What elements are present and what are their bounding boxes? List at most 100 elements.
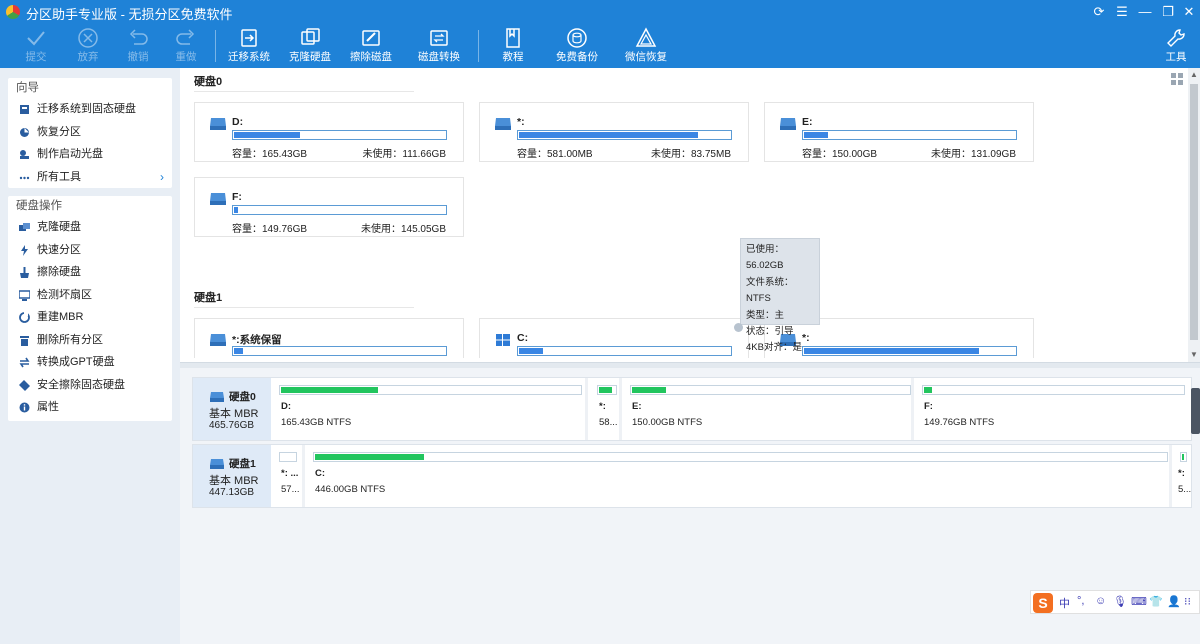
- disk-row-0[interactable]: 硬盘0 基本 MBR 465.76GB D: 165.43GB NTFS *: …: [192, 377, 1192, 441]
- partition-block[interactable]: *: 5...: [1174, 445, 1191, 507]
- wipe-disk-button[interactable]: 擦除磁盘: [339, 26, 403, 66]
- window-title: 分区助手专业版 - 无损分区免费软件: [26, 7, 233, 22]
- sidebar-item-restore-partition[interactable]: 恢复分区: [8, 121, 172, 144]
- keyboard-icon[interactable]: ⌨: [1131, 595, 1147, 608]
- ime-punct[interactable]: °,: [1077, 595, 1084, 607]
- disk-icon: [210, 459, 224, 469]
- partition-card-e[interactable]: E: 容量：150.00GB 未使用：131.09GB: [764, 102, 1034, 162]
- sidebar-item-erase-disk[interactable]: 擦除硬盘: [8, 261, 172, 284]
- tooltip-anchor-icon: [734, 323, 743, 332]
- partition-block[interactable]: *: 58...: [591, 378, 622, 440]
- sidebar-item-clone-disk[interactable]: 克隆硬盘: [8, 216, 172, 239]
- ime-toolbar[interactable]: S 中 °, ☺ 🎙 ⌨ 👕 👤 ⁝⁝: [1030, 590, 1200, 614]
- menu-icon[interactable]: ☰: [1113, 3, 1131, 21]
- mic-icon[interactable]: 🎙: [1113, 595, 1127, 608]
- view-toggle-icon[interactable]: [1170, 72, 1184, 86]
- ime-lang[interactable]: 中: [1059, 595, 1070, 611]
- migrate-ssd-icon: [20, 105, 29, 114]
- usage-bar: [232, 205, 447, 215]
- book-icon: [506, 28, 520, 48]
- migrate-icon: [241, 29, 257, 47]
- sidebar-item-quick-partition[interactable]: 快速分区: [8, 239, 172, 262]
- partition-card-c[interactable]: C:: [479, 318, 749, 358]
- free-backup-button[interactable]: 免费备份: [545, 26, 609, 66]
- convert-disk-icon: [430, 30, 448, 46]
- undo-icon: [129, 29, 148, 45]
- partition-card-f[interactable]: F: 容量：149.76GB 未使用：145.05GB: [194, 177, 464, 237]
- skin-icon[interactable]: 👕: [1149, 595, 1163, 608]
- boot-disc-icon: [20, 150, 29, 159]
- upper-scrollbar[interactable]: ▲ ▼: [1188, 68, 1200, 362]
- toolbar-separator: [215, 30, 216, 62]
- sidebar-item-migrate-ssd[interactable]: 迁移系统到固态硬盘: [8, 98, 172, 121]
- clone-disk-button[interactable]: 克隆硬盘: [278, 26, 342, 66]
- sidebar-item-boot-disc[interactable]: 制作启动光盘: [8, 143, 172, 166]
- partition-card-system-reserved[interactable]: *:系统保留: [194, 318, 464, 358]
- disk-row-1[interactable]: 硬盘1 基本 MBR 447.13GB *: ... 57... C: 446.…: [192, 444, 1192, 508]
- usage-bar: [232, 130, 447, 140]
- toolbar-separator: [478, 30, 479, 62]
- erase-icon: [20, 267, 29, 278]
- usage-bar: [802, 130, 1017, 140]
- emoji-icon[interactable]: ☺: [1095, 595, 1106, 607]
- sidebar-item-rebuild-mbr[interactable]: 重建MBR: [8, 306, 172, 329]
- restore-partition-icon: [20, 127, 29, 137]
- user-icon[interactable]: 👤: [1167, 595, 1181, 608]
- scroll-down-icon[interactable]: ▼: [1188, 348, 1200, 362]
- grid-icon[interactable]: ⁝⁝: [1184, 595, 1191, 608]
- usage-bar: [630, 385, 911, 395]
- wechat-recovery-button[interactable]: 微信恢复: [614, 26, 678, 66]
- sidebar-item-all-tools[interactable]: 所有工具 ›: [8, 166, 172, 189]
- partition-block[interactable]: F: 149.76GB NTFS: [916, 378, 1191, 440]
- trash-icon: [20, 335, 29, 346]
- disk-header[interactable]: 硬盘0 基本 MBR 465.76GB: [193, 378, 271, 440]
- restore-icon[interactable]: ❐: [1159, 3, 1177, 21]
- clone-icon: [19, 223, 30, 231]
- drive-icon: [210, 193, 226, 205]
- close-icon[interactable]: ✕: [1180, 3, 1198, 21]
- usage-bar: [279, 452, 297, 462]
- disk-header[interactable]: 硬盘1 基本 MBR 447.13GB: [193, 445, 271, 507]
- sidebar-item-convert-gpt[interactable]: 转换成GPT硬盘: [8, 351, 172, 374]
- redo-icon: [176, 29, 195, 45]
- wizard-panel: 向导 迁移系统到固态硬盘 恢复分区 制作启动光盘 所有工具 ›: [8, 78, 172, 188]
- partition-block[interactable]: C: 446.00GB NTFS: [307, 445, 1172, 507]
- drive-icon: [495, 118, 511, 130]
- drive-icon: [210, 118, 226, 130]
- scan-icon: [19, 289, 30, 301]
- usage-bar: [232, 346, 447, 356]
- drive-icon: [780, 118, 796, 130]
- divider: [194, 91, 414, 92]
- sidebar-item-delete-all[interactable]: 删除所有分区: [8, 329, 172, 352]
- partition-block[interactable]: E: 150.00GB NTFS: [624, 378, 914, 440]
- partition-card-view: 硬盘0 D: 容量：165.43GB 未使用：111.66GB *: 容量：58…: [180, 68, 1188, 362]
- partition-card-d[interactable]: D: 容量：165.43GB 未使用：111.66GB: [194, 102, 464, 162]
- redo-button[interactable]: 重做: [154, 26, 218, 66]
- tutorial-button[interactable]: 教程: [481, 26, 545, 66]
- sidebar-item-secure-erase[interactable]: 安全擦除固态硬盘: [8, 374, 172, 397]
- recover-icon: [635, 27, 657, 47]
- convert-disk-button[interactable]: 磁盘转换: [407, 26, 471, 66]
- scroll-thumb[interactable]: [1190, 84, 1198, 340]
- chevron-right-icon: ›: [160, 169, 164, 184]
- partition-block[interactable]: D: 165.43GB NTFS: [273, 378, 588, 440]
- refresh-icon[interactable]: ⟳: [1090, 3, 1108, 21]
- partition-block[interactable]: *: ... 57...: [273, 445, 305, 507]
- partition-card-star[interactable]: *: 容量：581.00MB 未使用：83.75MB: [479, 102, 749, 162]
- migrate-system-button[interactable]: 迁移系统: [217, 26, 281, 66]
- tools-button[interactable]: 工具: [1144, 26, 1200, 66]
- sidebar-item-bad-sector[interactable]: 检测坏扇区: [8, 284, 172, 307]
- sidebar-item-properties[interactable]: 属性: [8, 396, 172, 419]
- windows-icon: [496, 334, 510, 346]
- lightning-icon: [21, 244, 28, 256]
- secure-erase-icon: [19, 379, 30, 391]
- usage-bar: [517, 130, 732, 140]
- side-handle[interactable]: [1191, 388, 1200, 434]
- disk-ops-panel: 硬盘操作 克隆硬盘 快速分区 擦除硬盘 检测坏扇区 重建MBR 删除所有分区 转…: [8, 196, 172, 421]
- partition-tooltip: 已使用：56.02GB 文件系统：NTFS 类型：主 状态：引导 4KB对齐：是: [740, 238, 820, 353]
- minimize-icon[interactable]: —: [1136, 3, 1154, 21]
- disk1-label: 硬盘1: [194, 292, 223, 304]
- disk-icon: [210, 392, 224, 402]
- scroll-up-icon[interactable]: ▲: [1188, 68, 1200, 82]
- sidebar: 向导 迁移系统到固态硬盘 恢复分区 制作启动光盘 所有工具 › 硬盘操作 克隆硬…: [0, 68, 180, 644]
